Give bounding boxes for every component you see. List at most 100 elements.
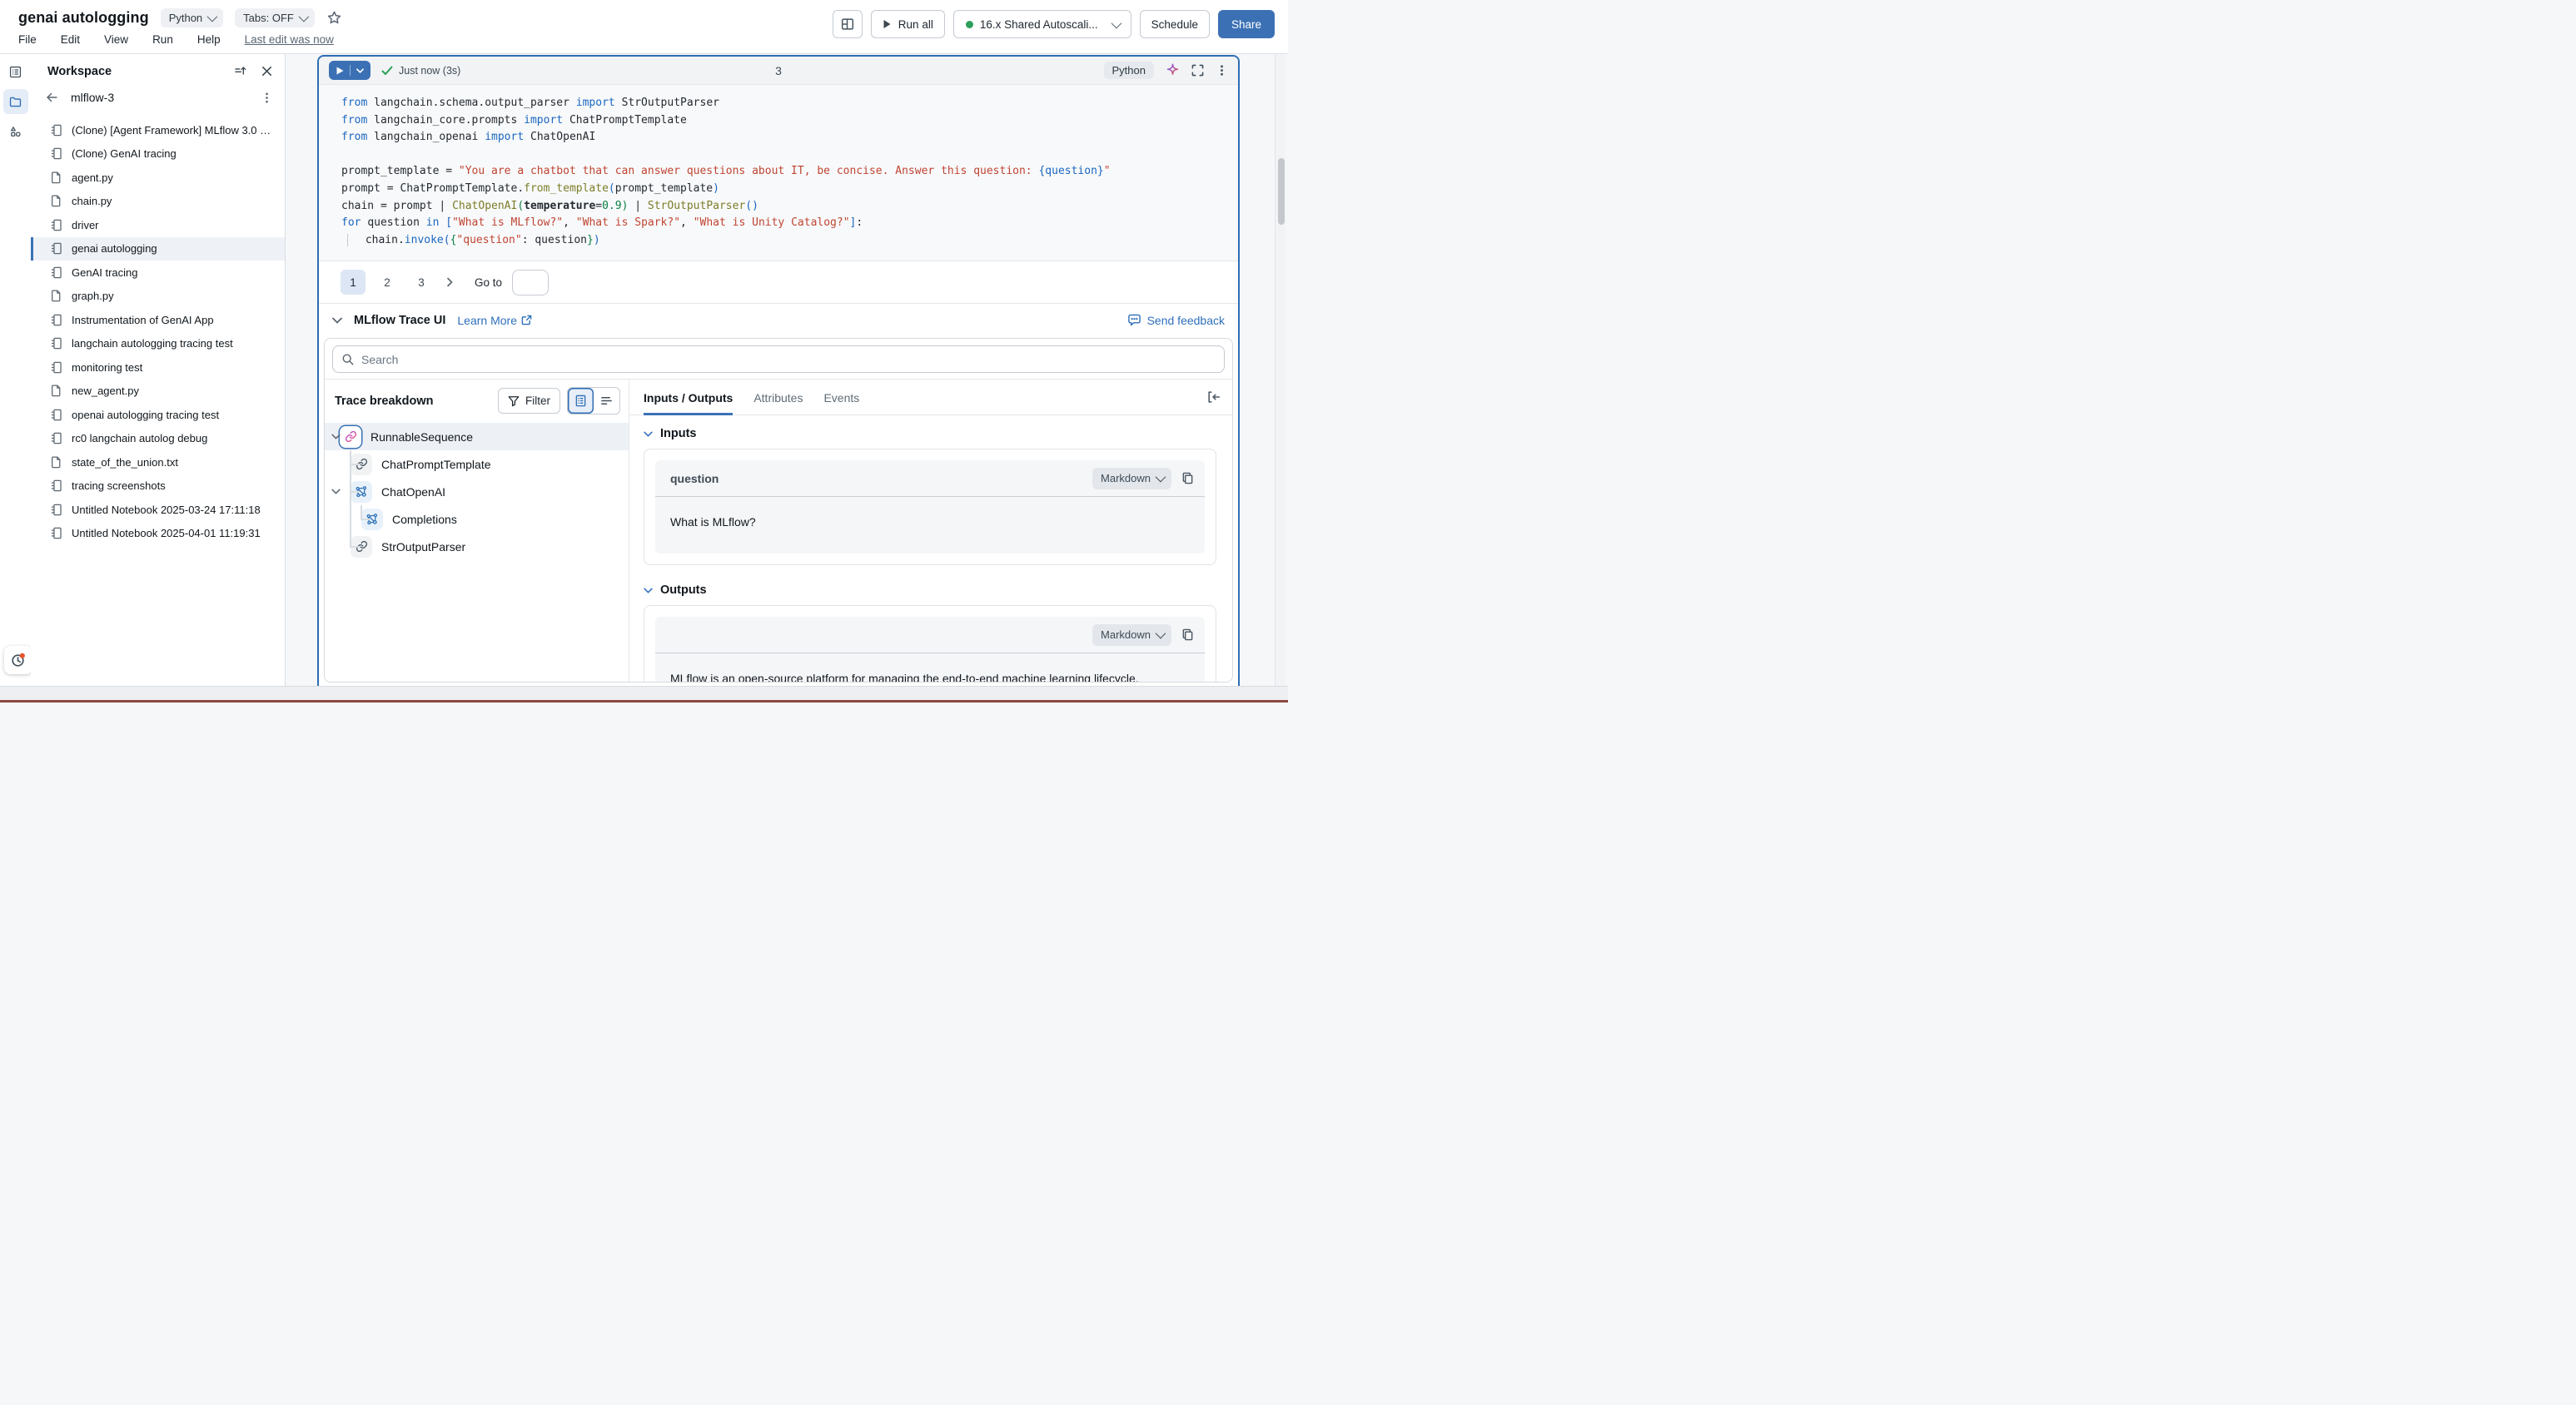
notebook-header: genai autologging Python Tabs: OFF FileE… bbox=[0, 0, 1288, 54]
filter-button[interactable]: Filter bbox=[498, 388, 560, 414]
trace-search-bar[interactable] bbox=[332, 345, 1225, 373]
menu-edit[interactable]: Edit bbox=[61, 33, 80, 46]
workspace-item[interactable]: rc0 langchain autolog debug bbox=[31, 427, 285, 451]
trace-breakdown-panel: Trace breakdown Filter bbox=[325, 380, 629, 682]
table-of-contents-icon[interactable] bbox=[3, 59, 28, 84]
workspace-item[interactable]: state_of_the_union.txt bbox=[31, 450, 285, 474]
workspace-item[interactable]: openai autologging tracing test bbox=[31, 403, 285, 427]
menu-view[interactable]: View bbox=[104, 33, 128, 46]
span-node-chatopenai[interactable]: ChatOpenAI bbox=[325, 478, 629, 505]
tree-expand-chevron[interactable] bbox=[331, 489, 341, 494]
code-line bbox=[341, 146, 1238, 164]
workspace-item[interactable]: genai autologging bbox=[31, 237, 285, 261]
favorite-star-icon[interactable] bbox=[326, 10, 342, 26]
tab-attributes[interactable]: Attributes bbox=[753, 380, 803, 415]
workspace-panel-title: Workspace bbox=[47, 65, 220, 78]
workspace-item[interactable]: (Clone) [Agent Framework] MLflow 3.0 D..… bbox=[31, 118, 285, 142]
span-node-chatprompttemplate[interactable]: ChatPromptTemplate bbox=[325, 450, 629, 478]
page-button-2[interactable]: 2 bbox=[375, 270, 400, 295]
notebook-cell[interactable]: Just now (3s) 3 Python bbox=[317, 55, 1240, 686]
file-icon bbox=[49, 194, 63, 208]
collapse-panel-icon[interactable] bbox=[1206, 390, 1221, 405]
schedule-button[interactable]: Schedule bbox=[1140, 10, 1210, 38]
kebab-menu-icon[interactable] bbox=[261, 92, 273, 104]
next-page-icon[interactable] bbox=[445, 277, 455, 287]
fullscreen-icon[interactable] bbox=[1191, 64, 1204, 77]
workspace-item[interactable]: langchain autologging tracing test bbox=[31, 332, 285, 356]
last-edit-link[interactable]: Last edit was now bbox=[245, 33, 334, 46]
tabs-toggle[interactable]: Tabs: OFF bbox=[235, 8, 315, 27]
tree-connector bbox=[361, 505, 362, 519]
trace-breakdown-title: Trace breakdown bbox=[335, 395, 498, 408]
layout-view-button[interactable] bbox=[833, 10, 863, 38]
span-node-runnablesequence[interactable]: RunnableSequence bbox=[325, 423, 629, 450]
detail-view-toggle[interactable] bbox=[568, 388, 594, 414]
goto-page-input[interactable] bbox=[512, 270, 549, 295]
inputs-collapse-chevron[interactable] bbox=[644, 431, 653, 437]
share-button[interactable]: Share bbox=[1218, 10, 1275, 38]
workspace-item[interactable]: Untitled Notebook 2025-03-24 17:11:18 bbox=[31, 498, 285, 522]
view-mode-toggle bbox=[567, 387, 620, 415]
cell-toolbar: Just now (3s) 3 Python bbox=[319, 57, 1238, 85]
workspace-item[interactable]: chain.py bbox=[31, 190, 285, 214]
recents-clock-button[interactable] bbox=[4, 646, 32, 674]
workspace-item-label: Untitled Notebook 2025-03-24 17:11:18 bbox=[72, 504, 276, 516]
workspace-item[interactable]: driver bbox=[31, 213, 285, 237]
inputs-format-selector[interactable]: Markdown bbox=[1092, 468, 1171, 489]
tab-events[interactable]: Events bbox=[823, 380, 859, 415]
back-arrow-icon[interactable] bbox=[44, 90, 59, 105]
copy-icon[interactable] bbox=[1181, 628, 1194, 641]
run-options-caret[interactable] bbox=[351, 68, 370, 73]
workspace-item[interactable]: Untitled Notebook 2025-04-01 11:19:31 bbox=[31, 522, 285, 546]
workspace-item[interactable]: new_agent.py bbox=[31, 380, 285, 404]
notebook-canvas: Just now (3s) 3 Python bbox=[286, 54, 1288, 686]
scrollbar-thumb[interactable] bbox=[1278, 158, 1285, 225]
workspace-item[interactable]: GenAI tracing bbox=[31, 261, 285, 285]
tree-expand-chevron[interactable] bbox=[331, 434, 341, 439]
tab-inputs-outputs[interactable]: Inputs / Outputs bbox=[644, 380, 733, 415]
assistant-sparkle-icon[interactable] bbox=[1166, 63, 1180, 77]
chevron-down-icon bbox=[1156, 628, 1166, 639]
cell-kebab-menu-icon[interactable] bbox=[1216, 64, 1228, 77]
outputs-collapse-chevron[interactable] bbox=[644, 588, 653, 593]
catalog-shapes-icon[interactable] bbox=[3, 119, 28, 144]
funnel-icon bbox=[508, 395, 520, 407]
workspace-item[interactable]: Instrumentation of GenAI App bbox=[31, 308, 285, 332]
workspace-item-label: agent.py bbox=[72, 171, 276, 184]
cluster-selector[interactable]: 16.x Shared Autoscali... bbox=[953, 10, 1131, 38]
learn-more-link[interactable]: Learn More bbox=[457, 314, 532, 327]
notebook-icon bbox=[49, 146, 63, 161]
trace-ui-header: MLflow Trace UI Learn More Send feedback bbox=[319, 303, 1238, 336]
code-line: prompt_template = "You are a chatbot tha… bbox=[341, 163, 1238, 181]
chevron-down-icon bbox=[298, 12, 309, 22]
language-selector[interactable]: Python bbox=[161, 8, 223, 27]
menu-run[interactable]: Run bbox=[152, 33, 173, 46]
outputs-format-selector[interactable]: Markdown bbox=[1092, 624, 1171, 646]
workspace-folder-icon[interactable] bbox=[3, 89, 28, 114]
timeline-view-toggle[interactable] bbox=[594, 388, 619, 414]
workspace-item-label: (Clone) GenAI tracing bbox=[72, 147, 276, 160]
page-scrollbar[interactable] bbox=[1275, 54, 1286, 686]
cell-language-pill[interactable]: Python bbox=[1104, 62, 1154, 79]
workspace-item[interactable]: tracing screenshots bbox=[31, 474, 285, 499]
inputs-card: question Markdown bbox=[644, 449, 1216, 565]
run-all-button[interactable]: Run all bbox=[871, 10, 945, 38]
menu-file[interactable]: File bbox=[18, 33, 37, 46]
workspace-item[interactable]: (Clone) GenAI tracing bbox=[31, 142, 285, 166]
page-button-1[interactable]: 1 bbox=[341, 270, 366, 295]
chain-node-icon bbox=[340, 426, 361, 448]
menu-help[interactable]: Help bbox=[197, 33, 221, 46]
workspace-item[interactable]: agent.py bbox=[31, 166, 285, 190]
run-cell-button[interactable] bbox=[329, 61, 370, 80]
workspace-item[interactable]: monitoring test bbox=[31, 355, 285, 380]
send-feedback-link[interactable]: Send feedback bbox=[1127, 314, 1225, 327]
search-input[interactable] bbox=[361, 353, 1216, 366]
page-button-3[interactable]: 3 bbox=[409, 270, 434, 295]
sort-icon[interactable] bbox=[233, 64, 247, 78]
close-icon[interactable] bbox=[261, 65, 273, 77]
copy-icon[interactable] bbox=[1181, 472, 1194, 484]
collapse-chevron-icon[interactable] bbox=[332, 317, 342, 324]
workspace-item[interactable]: graph.py bbox=[31, 285, 285, 309]
code-editor[interactable]: from langchain.schema.output_parser impo… bbox=[319, 85, 1238, 261]
span-node-stroutputparser[interactable]: StrOutputParser bbox=[325, 533, 629, 560]
